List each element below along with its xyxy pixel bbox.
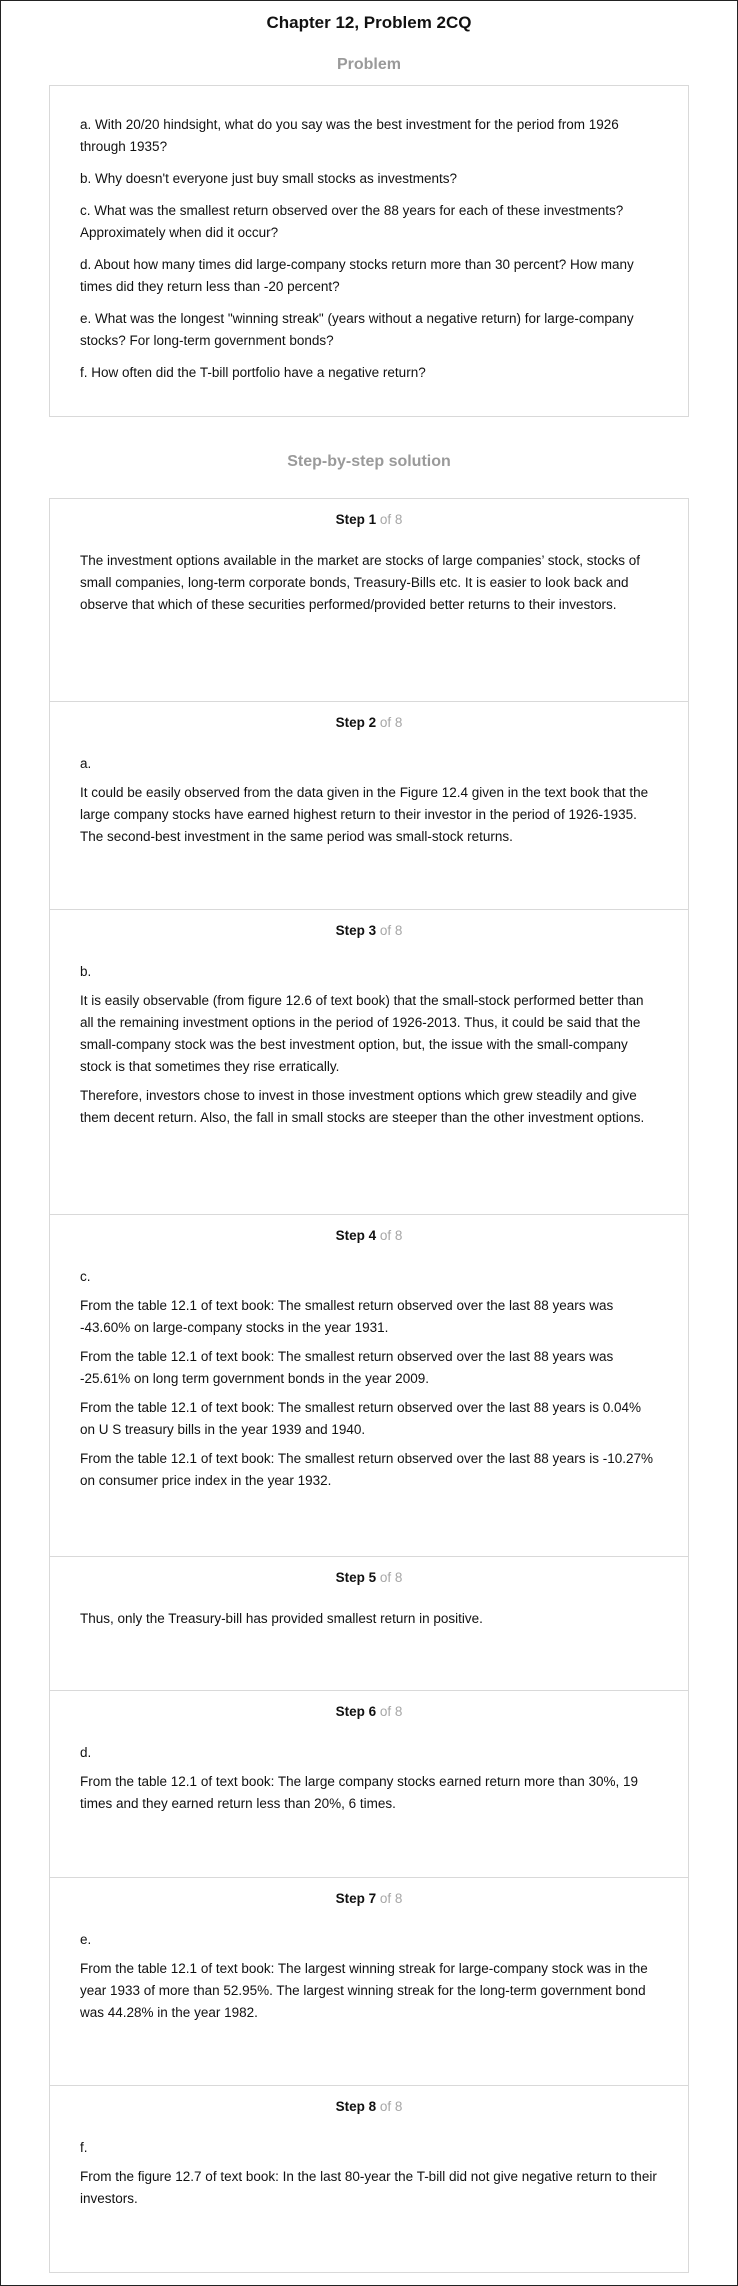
step-body: The investment options available in the … — [80, 529, 658, 616]
step-paragraph: The investment options available in the … — [80, 553, 641, 612]
step-paragraph: From the table 12.1 of text book: The sm… — [80, 1298, 614, 1335]
step-paragraph: From the figure 12.7 of text book: In th… — [80, 2169, 657, 2206]
step-header: Step 7 of 8 — [80, 1878, 658, 1908]
step-total: of 8 — [379, 1570, 403, 1585]
step-label: Step 2 — [335, 715, 377, 730]
step-total: of 8 — [379, 715, 403, 730]
step-total: of 8 — [379, 512, 403, 527]
step-part-label: c. — [80, 1269, 91, 1284]
problem-heading: Problem — [336, 56, 401, 73]
step-paragraph: From the table 12.1 of text book: The sm… — [80, 1451, 654, 1488]
step-total: of 8 — [379, 923, 403, 938]
step-paragraph: From the table 12.1 of text book: The la… — [80, 1961, 648, 2020]
step-paragraph: From the table 12.1 of text book: The sm… — [80, 1349, 614, 1386]
problem-item-b: b. Why doesn't everyone just buy small s… — [80, 171, 457, 186]
solution-steps: Step 1 of 8 The investment options avail… — [49, 498, 689, 2273]
step-total: of 8 — [379, 1891, 403, 1906]
step-label: Step 7 — [335, 1891, 377, 1906]
step-part-label: a. — [80, 756, 92, 771]
step-label: Step 8 — [335, 2099, 377, 2114]
page: Chapter 12, Problem 2CQ Problem a. With … — [0, 0, 738, 2286]
step-part-label: d. — [80, 1745, 92, 1760]
step-header: Step 3 of 8 — [80, 910, 658, 940]
step-1: Step 1 of 8 The investment options avail… — [50, 499, 688, 701]
step-5: Step 5 of 8 Thus, only the Treasury-bill… — [50, 1556, 688, 1690]
step-4: Step 4 of 8 c. From the table 12.1 of te… — [50, 1214, 688, 1556]
step-label: Step 3 — [335, 923, 377, 938]
step-header: Step 1 of 8 — [80, 499, 658, 529]
step-part-label: b. — [80, 964, 92, 979]
step-header: Step 2 of 8 — [80, 702, 658, 732]
step-body: Thus, only the Treasury-bill has provide… — [80, 1587, 658, 1630]
step-header: Step 5 of 8 — [80, 1557, 658, 1587]
step-part-label: f. — [80, 2140, 88, 2155]
step-header: Step 6 of 8 — [80, 1691, 658, 1721]
step-header: Step 8 of 8 — [80, 2086, 658, 2116]
step-body: e. From the table 12.1 of text book: The… — [80, 1908, 658, 2024]
step-6: Step 6 of 8 d. From the table 12.1 of te… — [50, 1690, 688, 1877]
step-paragraph: From the table 12.1 of text book: The la… — [80, 1774, 639, 1811]
step-2: Step 2 of 8 a. It could be easily observ… — [50, 701, 688, 909]
problem-box: a. With 20/20 hindsight, what do you say… — [49, 85, 689, 417]
step-7: Step 7 of 8 e. From the table 12.1 of te… — [50, 1877, 688, 2085]
step-body: d. From the table 12.1 of text book: The… — [80, 1721, 658, 1815]
step-paragraph: Thus, only the Treasury-bill has provide… — [80, 1611, 483, 1626]
step-paragraph: From the table 12.1 of text book: The sm… — [80, 1400, 642, 1437]
step-total: of 8 — [379, 2099, 403, 2114]
step-paragraph: Therefore, investors chose to invest in … — [80, 1088, 645, 1125]
solution-heading: Step-by-step solution — [287, 453, 451, 470]
step-label: Step 5 — [335, 1570, 377, 1585]
step-body: f. From the figure 12.7 of text book: In… — [80, 2116, 658, 2210]
step-body: a. It could be easily observed from the … — [80, 732, 658, 848]
step-8: Step 8 of 8 f. From the figure 12.7 of t… — [50, 2085, 688, 2272]
problem-item-d: d. About how many times did large-compan… — [80, 257, 634, 294]
problem-item-e: e. What was the longest "winning streak"… — [80, 311, 634, 348]
problem-item-a: a. With 20/20 hindsight, what do you say… — [80, 117, 619, 154]
step-paragraph: It could be easily observed from the dat… — [80, 785, 649, 844]
step-part-label: e. — [80, 1932, 92, 1947]
step-body: b. It is easily observable (from figure … — [80, 940, 658, 1129]
step-label: Step 4 — [335, 1228, 377, 1243]
step-label: Step 6 — [335, 1704, 377, 1719]
problem-item-c: c. What was the smallest return observed… — [80, 203, 624, 240]
step-paragraph: It is easily observable (from figure 12.… — [80, 993, 644, 1074]
step-total: of 8 — [379, 1704, 403, 1719]
step-3: Step 3 of 8 b. It is easily observable (… — [50, 909, 688, 1214]
page-title: Chapter 12, Problem 2CQ — [266, 13, 472, 32]
step-header: Step 4 of 8 — [80, 1215, 658, 1245]
problem-item-f: f. How often did the T-bill portfolio ha… — [80, 365, 426, 380]
step-body: c. From the table 12.1 of text book: The… — [80, 1245, 658, 1492]
step-label: Step 1 — [335, 512, 377, 527]
step-total: of 8 — [379, 1228, 403, 1243]
